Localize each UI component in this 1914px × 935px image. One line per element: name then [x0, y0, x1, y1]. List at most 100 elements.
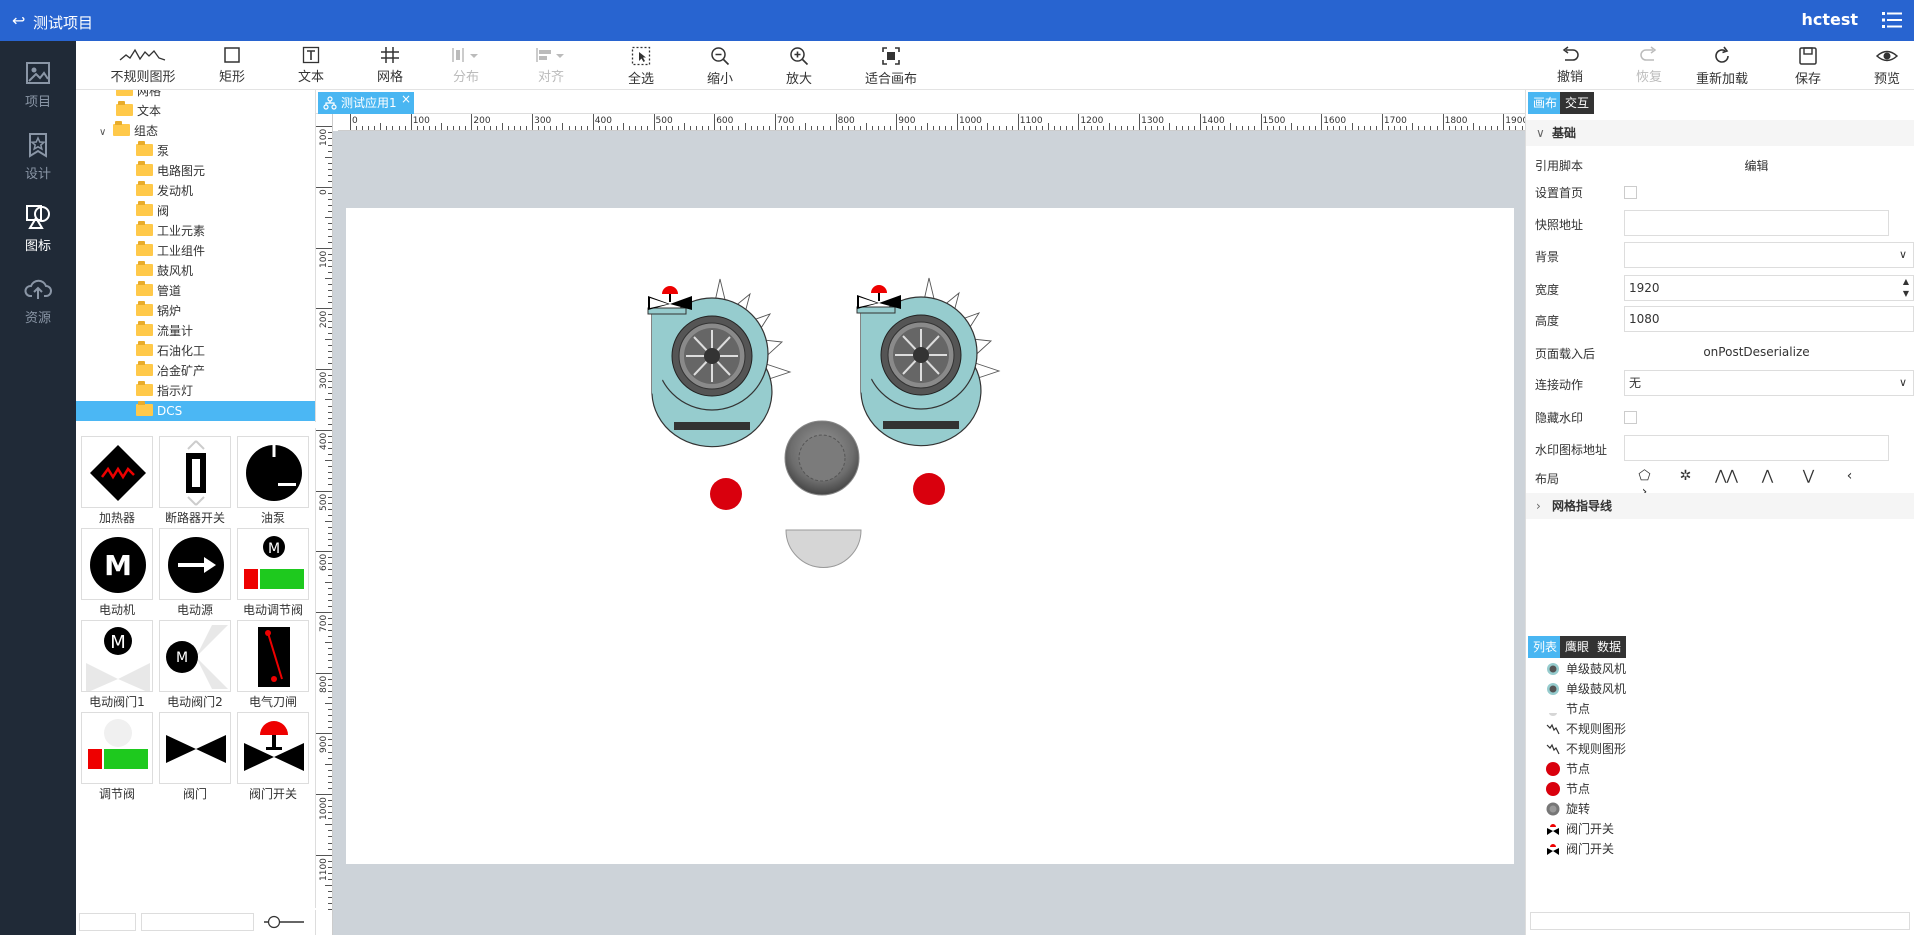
background-select[interactable]: ∨ [1624, 242, 1914, 268]
nav-item-resources[interactable]: 资源 [0, 267, 76, 331]
height-input[interactable]: 1080 [1624, 306, 1914, 332]
edit-script-link[interactable]: 编辑 [1624, 157, 1889, 174]
text-button[interactable]: 文本 [291, 46, 331, 88]
reload-button[interactable]: 重新加载 [1694, 46, 1750, 88]
tab-canvas[interactable]: 画布 [1528, 92, 1563, 114]
gallery-item-breaker-switch[interactable]: 断路器开关 [157, 436, 233, 526]
gallery-item-valve[interactable]: 阀门 [157, 712, 233, 802]
tab-interaction[interactable]: 交互 [1560, 92, 1595, 114]
blower-left[interactable] [647, 278, 791, 448]
tree-item-expanded[interactable]: ∨ 组态 [99, 121, 158, 141]
tree-item[interactable]: 文本 [116, 101, 161, 121]
red-node-right[interactable] [913, 473, 945, 505]
list-menu-icon[interactable] [1882, 11, 1902, 29]
search-input[interactable] [141, 913, 254, 931]
nav-item-project[interactable]: 项目 [0, 51, 76, 115]
user-name[interactable]: hctest [1801, 10, 1858, 29]
list-item[interactable]: 单级鼓风机 [1546, 679, 1626, 699]
list-item[interactable]: 不规则图形 [1546, 719, 1626, 739]
undo-button[interactable]: 撤销 [1550, 46, 1590, 88]
tree-item[interactable]: 锅炉 [136, 301, 181, 321]
rotating-gear[interactable] [784, 420, 860, 496]
hide-watermark-checkbox[interactable] [1624, 411, 1637, 424]
tree-item[interactable]: 流量计 [136, 321, 193, 341]
list-item[interactable]: 旋转 [1546, 799, 1590, 819]
gallery-item-heater[interactable]: 加热器 [79, 436, 155, 526]
list-item[interactable]: 单级鼓风机 [1546, 659, 1626, 679]
list-item[interactable]: 阀门开关 [1546, 839, 1614, 859]
close-tab-icon[interactable]: × [401, 88, 411, 110]
list-item[interactable]: 节点 [1546, 779, 1590, 799]
tab-eagle-eye[interactable]: 鹰眼 [1560, 636, 1595, 658]
zoom-in-button[interactable]: 放大 [779, 46, 819, 88]
section-grid-guides[interactable]: › 网格指导线 [1526, 493, 1914, 519]
tree-item[interactable]: 工业组件 [136, 241, 205, 261]
set-home-checkbox[interactable] [1624, 186, 1637, 199]
irregular-shape-button[interactable]: 不规则图形 [102, 46, 184, 88]
tree-item[interactable]: 管道 [136, 281, 181, 301]
tree-item-selected[interactable]: DCS [76, 401, 315, 421]
zoom-out-button[interactable]: 缩小 [700, 46, 740, 88]
gallery-item-knife-switch[interactable]: 电气刀闸 [235, 620, 311, 710]
redo-button[interactable]: 恢复 [1629, 46, 1669, 88]
tree-item[interactable]: 石油化工 [136, 341, 205, 361]
tab-test-app-1[interactable]: 测试应用1 × [318, 92, 414, 114]
list-item[interactable]: 不规则图形 [1546, 739, 1626, 759]
grid-button[interactable]: 网格 [370, 46, 410, 88]
section-basic[interactable]: ∨ 基础 [1526, 120, 1914, 146]
nav-item-icons[interactable]: 图标 [0, 195, 76, 259]
red-node-left[interactable] [710, 478, 742, 510]
tree-item[interactable]: 泵 [136, 141, 169, 161]
layout-left-icon[interactable]: ‹ [1829, 468, 1870, 484]
list-filter-input[interactable] [1530, 912, 1910, 930]
canvas-area[interactable] [333, 131, 1525, 935]
gallery-item-power-source[interactable]: 电动源 [157, 528, 233, 618]
link-action-select[interactable]: 无 ∨ [1624, 370, 1914, 396]
save-button[interactable]: 保存 [1788, 46, 1828, 88]
tree-item[interactable]: 发动机 [136, 181, 193, 201]
stepper-icon[interactable]: ▲ ▼ [1903, 276, 1909, 300]
gallery-item-oil-pump[interactable]: 油泵 [235, 436, 311, 526]
gallery-item-motor-valve-1[interactable]: M 电动阀门1 [79, 620, 155, 710]
list-item[interactable]: 节点 [1546, 699, 1590, 719]
gallery-item-motor[interactable]: M 电动机 [79, 528, 155, 618]
distribute-button[interactable]: 分布 [446, 46, 486, 88]
chevron-down-icon[interactable]: ∨ [99, 123, 113, 143]
preview-button[interactable]: 预览 [1867, 46, 1907, 88]
layout-up-icon[interactable]: ⋀ [1747, 468, 1788, 484]
tree-item[interactable]: 网格 [116, 90, 161, 101]
tree-item[interactable]: 冶金矿产 [136, 361, 205, 381]
tab-data[interactable]: 数据 [1592, 636, 1627, 658]
drawing-page[interactable] [346, 208, 1514, 864]
tree-item[interactable]: 鼓风机 [136, 261, 193, 281]
tree-item[interactable]: 电路图元 [136, 161, 205, 181]
snapshot-url-input[interactable] [1624, 210, 1889, 236]
watermark-icon-url-input[interactable] [1624, 435, 1889, 461]
semicircle-shape[interactable] [785, 529, 862, 568]
layout-pentagon-icon[interactable]: ⬠ [1624, 468, 1665, 484]
list-item[interactable]: 节点 [1546, 759, 1590, 779]
back-arrow-icon[interactable]: ↩ [12, 11, 25, 30]
gallery-item-control-valve[interactable]: 调节阀 [79, 712, 155, 802]
fit-canvas-button[interactable]: 适合画布 [863, 46, 919, 88]
gallery-item-motor-valve-2[interactable]: M 电动阀门2 [157, 620, 233, 710]
select-all-button[interactable]: 全选 [621, 46, 661, 88]
list-item[interactable]: 阀门开关 [1546, 819, 1614, 839]
blower-right[interactable] [856, 277, 1000, 447]
gallery-item-valve-switch[interactable]: 阀门开关 [235, 712, 311, 802]
tree-item[interactable]: 指示灯 [136, 381, 193, 401]
tab-list[interactable]: 列表 [1528, 636, 1563, 658]
align-button[interactable]: 对齐 [531, 46, 571, 88]
width-input[interactable]: 1920 ▲ ▼ [1624, 275, 1914, 301]
nav-item-design[interactable]: 设计 [0, 123, 76, 187]
size-input[interactable] [79, 913, 136, 931]
onload-link[interactable]: onPostDeserialize [1624, 345, 1889, 359]
layout-star-icon[interactable]: ✲ [1665, 468, 1706, 484]
tree-item[interactable]: 阀 [136, 201, 169, 221]
rectangle-button[interactable]: 矩形 [212, 46, 252, 88]
gallery-item-motor-control-valve[interactable]: M 电动调节阀 [235, 528, 311, 618]
zoom-slider[interactable] [262, 915, 306, 929]
layout-down-icon[interactable]: ⋁ [1788, 468, 1829, 484]
layout-m-icon[interactable]: ⋀⋀ [1706, 468, 1747, 484]
tree-item[interactable]: 工业元素 [136, 221, 205, 241]
